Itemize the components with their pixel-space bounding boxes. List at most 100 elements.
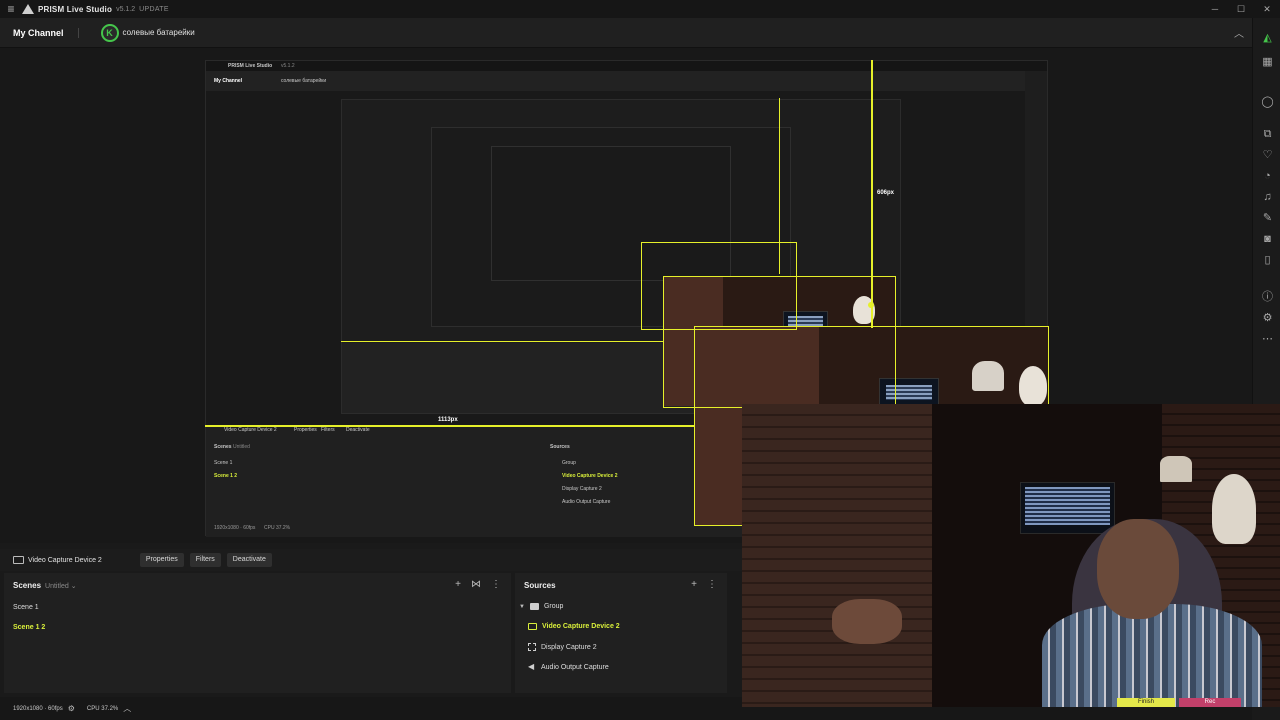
scenes-title-text: Scenes [13, 581, 42, 590]
resolution-status: 1920x1080 · 60fps [13, 705, 63, 712]
nested-source-4: Audio Output Capture [562, 499, 611, 505]
properties-button[interactable]: Properties [139, 553, 184, 567]
update-link[interactable]: UPDATE [139, 6, 169, 13]
nested-sources-title: Sources [550, 444, 570, 450]
copy-icon[interactable]: ⧉ [1261, 128, 1274, 141]
more-icon[interactable]: ⋯ [1261, 333, 1274, 346]
scene-collection-dropdown[interactable]: Untitled ⌄ [45, 583, 77, 590]
nested-source-1: Group [562, 460, 576, 466]
layout-icon[interactable]: ▦ [1261, 56, 1274, 69]
video-capture-icon [528, 623, 537, 630]
guide-line-horizontal-inner [341, 341, 663, 342]
clipboard-icon[interactable]: ▯ [1261, 254, 1274, 267]
title-bar: ≡ PRISM Live Studio v5.1.2 UPDATE ─ ☐ ✕ [0, 0, 1280, 18]
more-options-icon[interactable]: ⋮ [707, 579, 717, 590]
chat-icon[interactable]: ◯ [1261, 96, 1274, 109]
filters-button[interactable]: Filters [189, 553, 221, 567]
settings-icon[interactable]: ⚙ [1261, 312, 1274, 325]
nested-status-res: 1920x1080 · 60fps [214, 525, 256, 531]
maximize-icon[interactable]: ☐ [1228, 4, 1254, 15]
music-icon[interactable]: ♫ [1261, 191, 1274, 204]
source-label: Audio Output Capture [541, 663, 609, 671]
nested-scenes-sub: Untitled [233, 444, 250, 450]
nested-source-2: Video Capture Device 2 [562, 473, 618, 479]
source-item-video-capture[interactable]: Video Capture Device 2 [528, 623, 620, 630]
scene-collection-label: Untitled [45, 583, 69, 590]
monitor [1020, 482, 1115, 534]
source-toolbar: Video Capture Device 2 Properties Filter… [0, 549, 742, 571]
source-label: Video Capture Device 2 [542, 623, 620, 630]
channel-name[interactable]: My Channel [13, 28, 64, 38]
nested-channel-user: солевые батарейки [281, 78, 327, 84]
nested-source-name: Video Capture Device 2 [224, 427, 277, 433]
lamp [1160, 456, 1192, 482]
rec-button[interactable]: Rec [1179, 698, 1241, 707]
more-options-icon[interactable]: ⋮ [491, 579, 501, 590]
folder-icon [529, 603, 539, 610]
nested-scene-1: Scene 1 [214, 460, 233, 466]
chevron-up-icon[interactable]: ︿ [1234, 25, 1244, 40]
expand-triangle-icon[interactable]: ▼ [519, 604, 525, 610]
divider [77, 27, 79, 38]
source-label: Group [543, 603, 564, 610]
duck-figure [1212, 474, 1256, 544]
heart-icon[interactable]: ♡ [1261, 149, 1274, 162]
gear-icon[interactable]: ⚙ [68, 704, 75, 713]
sticker-icon[interactable]: ◔ [1261, 170, 1274, 183]
source-item-display-capture[interactable]: Display Capture 2 [528, 643, 597, 651]
info-icon[interactable]: ⓘ [1261, 291, 1274, 304]
chair [832, 599, 902, 644]
hamburger-menu-icon[interactable]: ≡ [0, 2, 22, 16]
chevron-up-icon[interactable]: ︿ [123, 703, 131, 714]
nested-channel-name: My Channel [214, 78, 243, 84]
rotation-handle[interactable] [868, 302, 874, 308]
selected-source-name: Video Capture Device 2 [28, 556, 102, 564]
minimize-icon[interactable]: ─ [1202, 4, 1228, 15]
sources-title: Sources [524, 581, 556, 590]
nested-status-cpu: CPU 37.2% [264, 525, 291, 531]
webcam-overlay: Finish Rec [742, 404, 1280, 707]
nested-source-3: Display Capture 2 [562, 486, 602, 492]
prism-logo-icon [22, 4, 34, 14]
deactivate-button[interactable]: Deactivate [226, 553, 272, 567]
nested-btn-properties: Properties [294, 427, 317, 433]
monitor-icon [13, 556, 24, 564]
guide-line-horizontal [205, 425, 695, 427]
nested-scenes-title: Scenes [214, 444, 232, 450]
width-measure-label: 1113px [438, 417, 458, 423]
nested-channel-bar: My Channel солевые батарейки [206, 71, 1047, 91]
prism-lens-icon[interactable]: ◭ [1261, 32, 1274, 45]
nested-title-bar: PRISM Live Studio v5.1.2 [206, 61, 1047, 71]
nested-btn-deactivate: Deactivate [346, 427, 370, 433]
scenes-title: Scenes Untitled ⌄ [13, 581, 77, 590]
sources-tools: + ⋮ [691, 579, 717, 590]
add-source-icon[interactable]: + [691, 579, 697, 590]
camera-icon[interactable]: ◙ [1261, 233, 1274, 246]
display-capture-icon [528, 643, 536, 651]
channel-user-name[interactable]: солевые батарейки [123, 28, 195, 37]
effect-icon[interactable]: ✎ [1261, 212, 1274, 225]
app-name: PRISM Live Studio [38, 4, 113, 14]
source-item-group[interactable]: ▼ Group [519, 603, 563, 610]
scene-item[interactable]: Scene 1 [13, 604, 39, 611]
source-item-audio-output[interactable]: ◀ Audio Output Capture [528, 663, 609, 671]
finish-button[interactable]: Finish [1117, 698, 1175, 707]
height-measure-label: 606px [877, 190, 895, 196]
selection-box-inner-2 [641, 242, 797, 330]
cpu-status: CPU 37.2% [86, 705, 119, 712]
scenes-tools: + ⋈ ⋮ [455, 579, 501, 590]
app-version: v5.1.2 [116, 5, 136, 13]
speaker-icon: ◀ [528, 662, 535, 671]
sources-panel: Sources + ⋮ ▼ Group Video Capture Device… [515, 573, 727, 693]
transition-icon[interactable]: ⋈ [471, 579, 481, 590]
person-shirt [1042, 604, 1262, 707]
source-label: Display Capture 2 [541, 643, 597, 651]
add-scene-icon[interactable]: + [455, 579, 461, 590]
close-icon[interactable]: ✕ [1254, 4, 1280, 15]
nested-app-version: v5.1.2 [281, 63, 295, 69]
channel-bar: My Channel K солевые батарейки ︿ [0, 18, 1252, 48]
scene-item-active[interactable]: Scene 1 2 [13, 624, 45, 631]
nested-app-name: PRISM Live Studio [228, 63, 273, 69]
avatar[interactable]: K [100, 23, 119, 42]
person-head [1097, 519, 1179, 619]
